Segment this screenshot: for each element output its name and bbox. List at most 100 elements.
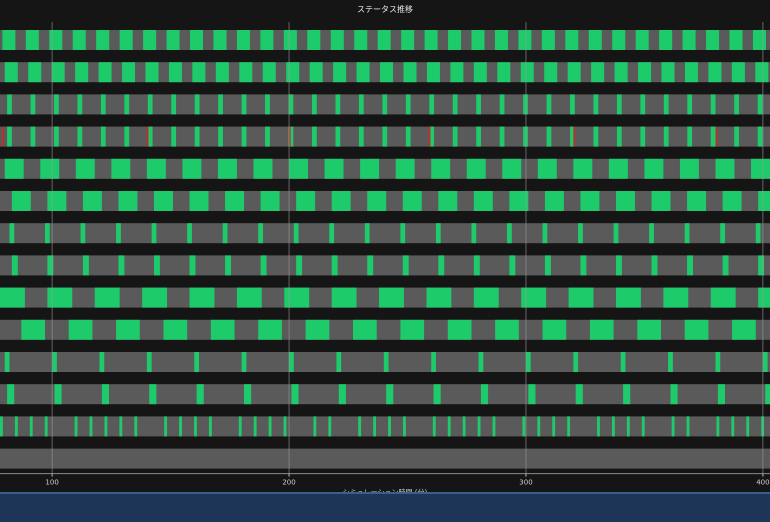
active-segment xyxy=(289,352,294,372)
active-segment xyxy=(54,384,62,405)
active-segment xyxy=(356,62,370,83)
active-segment xyxy=(241,352,247,372)
active-segment xyxy=(9,223,15,244)
active-segment xyxy=(758,191,770,211)
active-segment xyxy=(567,62,581,83)
active-segment xyxy=(682,30,696,50)
active-segment xyxy=(358,94,364,115)
active-segment xyxy=(755,223,761,244)
active-segment xyxy=(473,255,480,276)
active-segment xyxy=(331,191,351,211)
active-segment xyxy=(29,416,33,437)
active-segment xyxy=(405,126,411,147)
active-segment xyxy=(30,94,36,115)
active-segment xyxy=(518,30,532,50)
active-segment xyxy=(447,416,451,437)
active-segment xyxy=(171,94,177,115)
active-segment xyxy=(239,62,253,83)
active-segment xyxy=(663,126,669,147)
active-segment xyxy=(7,384,15,405)
active-segment xyxy=(649,223,654,244)
status-row-13 xyxy=(0,416,770,437)
active-segment xyxy=(142,287,168,308)
active-segment xyxy=(752,30,766,50)
status-row-14 xyxy=(0,448,770,469)
active-segment xyxy=(307,30,321,50)
active-segment xyxy=(403,416,406,437)
active-segment xyxy=(593,126,599,147)
active-segment xyxy=(265,126,270,147)
active-segment xyxy=(7,126,12,147)
active-segment xyxy=(335,126,341,147)
active-segment xyxy=(757,126,763,147)
active-segment xyxy=(476,126,481,147)
active-segment xyxy=(668,352,673,372)
active-segment xyxy=(400,223,406,244)
active-segment xyxy=(424,30,438,50)
fault-marker xyxy=(573,126,575,147)
fault-marker xyxy=(428,126,431,147)
active-segment xyxy=(179,416,182,437)
bottom-scroll-strip[interactable] xyxy=(0,492,770,522)
active-segment xyxy=(616,94,622,115)
active-segment xyxy=(473,287,499,308)
active-segment xyxy=(217,158,237,179)
active-segment xyxy=(612,30,626,50)
active-segment xyxy=(405,94,411,115)
active-segment xyxy=(96,30,110,50)
active-segment xyxy=(523,94,528,115)
active-segment xyxy=(684,62,698,83)
active-segment xyxy=(589,319,614,340)
active-segment xyxy=(360,158,380,179)
active-segment xyxy=(521,287,547,308)
active-segment xyxy=(620,352,626,372)
active-segment xyxy=(194,94,200,115)
active-segment xyxy=(354,30,368,50)
active-segment xyxy=(268,416,272,437)
active-segment xyxy=(684,319,709,340)
active-segment xyxy=(52,352,57,372)
active-segment xyxy=(364,223,370,244)
active-segment xyxy=(509,255,516,276)
active-segment xyxy=(477,416,481,437)
active-segment xyxy=(552,416,556,437)
active-segment xyxy=(163,319,188,340)
active-segment xyxy=(210,319,235,340)
active-segment xyxy=(613,223,619,244)
active-segment xyxy=(265,94,270,115)
active-segment xyxy=(495,319,519,340)
active-segment xyxy=(575,384,583,405)
active-segment xyxy=(72,30,86,50)
active-segment xyxy=(544,255,551,276)
active-segment xyxy=(260,191,280,211)
active-segment xyxy=(151,223,157,244)
active-segment xyxy=(720,223,725,244)
active-segment xyxy=(335,94,341,115)
active-segment xyxy=(450,62,464,83)
active-segment xyxy=(448,30,462,50)
active-segment xyxy=(537,158,557,179)
active-segment xyxy=(722,255,729,276)
active-segment xyxy=(331,255,338,276)
active-segment xyxy=(54,126,59,147)
active-segment xyxy=(283,416,287,437)
active-segment xyxy=(476,94,481,115)
fault-marker xyxy=(715,126,718,147)
active-segment xyxy=(225,255,231,276)
active-segment xyxy=(99,352,105,372)
active-segment xyxy=(146,352,152,372)
active-segment xyxy=(154,255,160,276)
active-segment xyxy=(616,255,622,276)
active-segment xyxy=(509,191,529,211)
active-segment xyxy=(388,416,391,437)
active-segment xyxy=(4,352,10,372)
active-segment xyxy=(305,319,330,340)
active-segment xyxy=(0,287,25,308)
active-segment xyxy=(478,352,484,372)
active-segment xyxy=(580,255,587,276)
active-segment xyxy=(258,223,263,244)
active-segment xyxy=(710,287,736,308)
active-segment xyxy=(715,352,721,372)
active-segment xyxy=(80,223,86,244)
active-segment xyxy=(215,62,229,83)
